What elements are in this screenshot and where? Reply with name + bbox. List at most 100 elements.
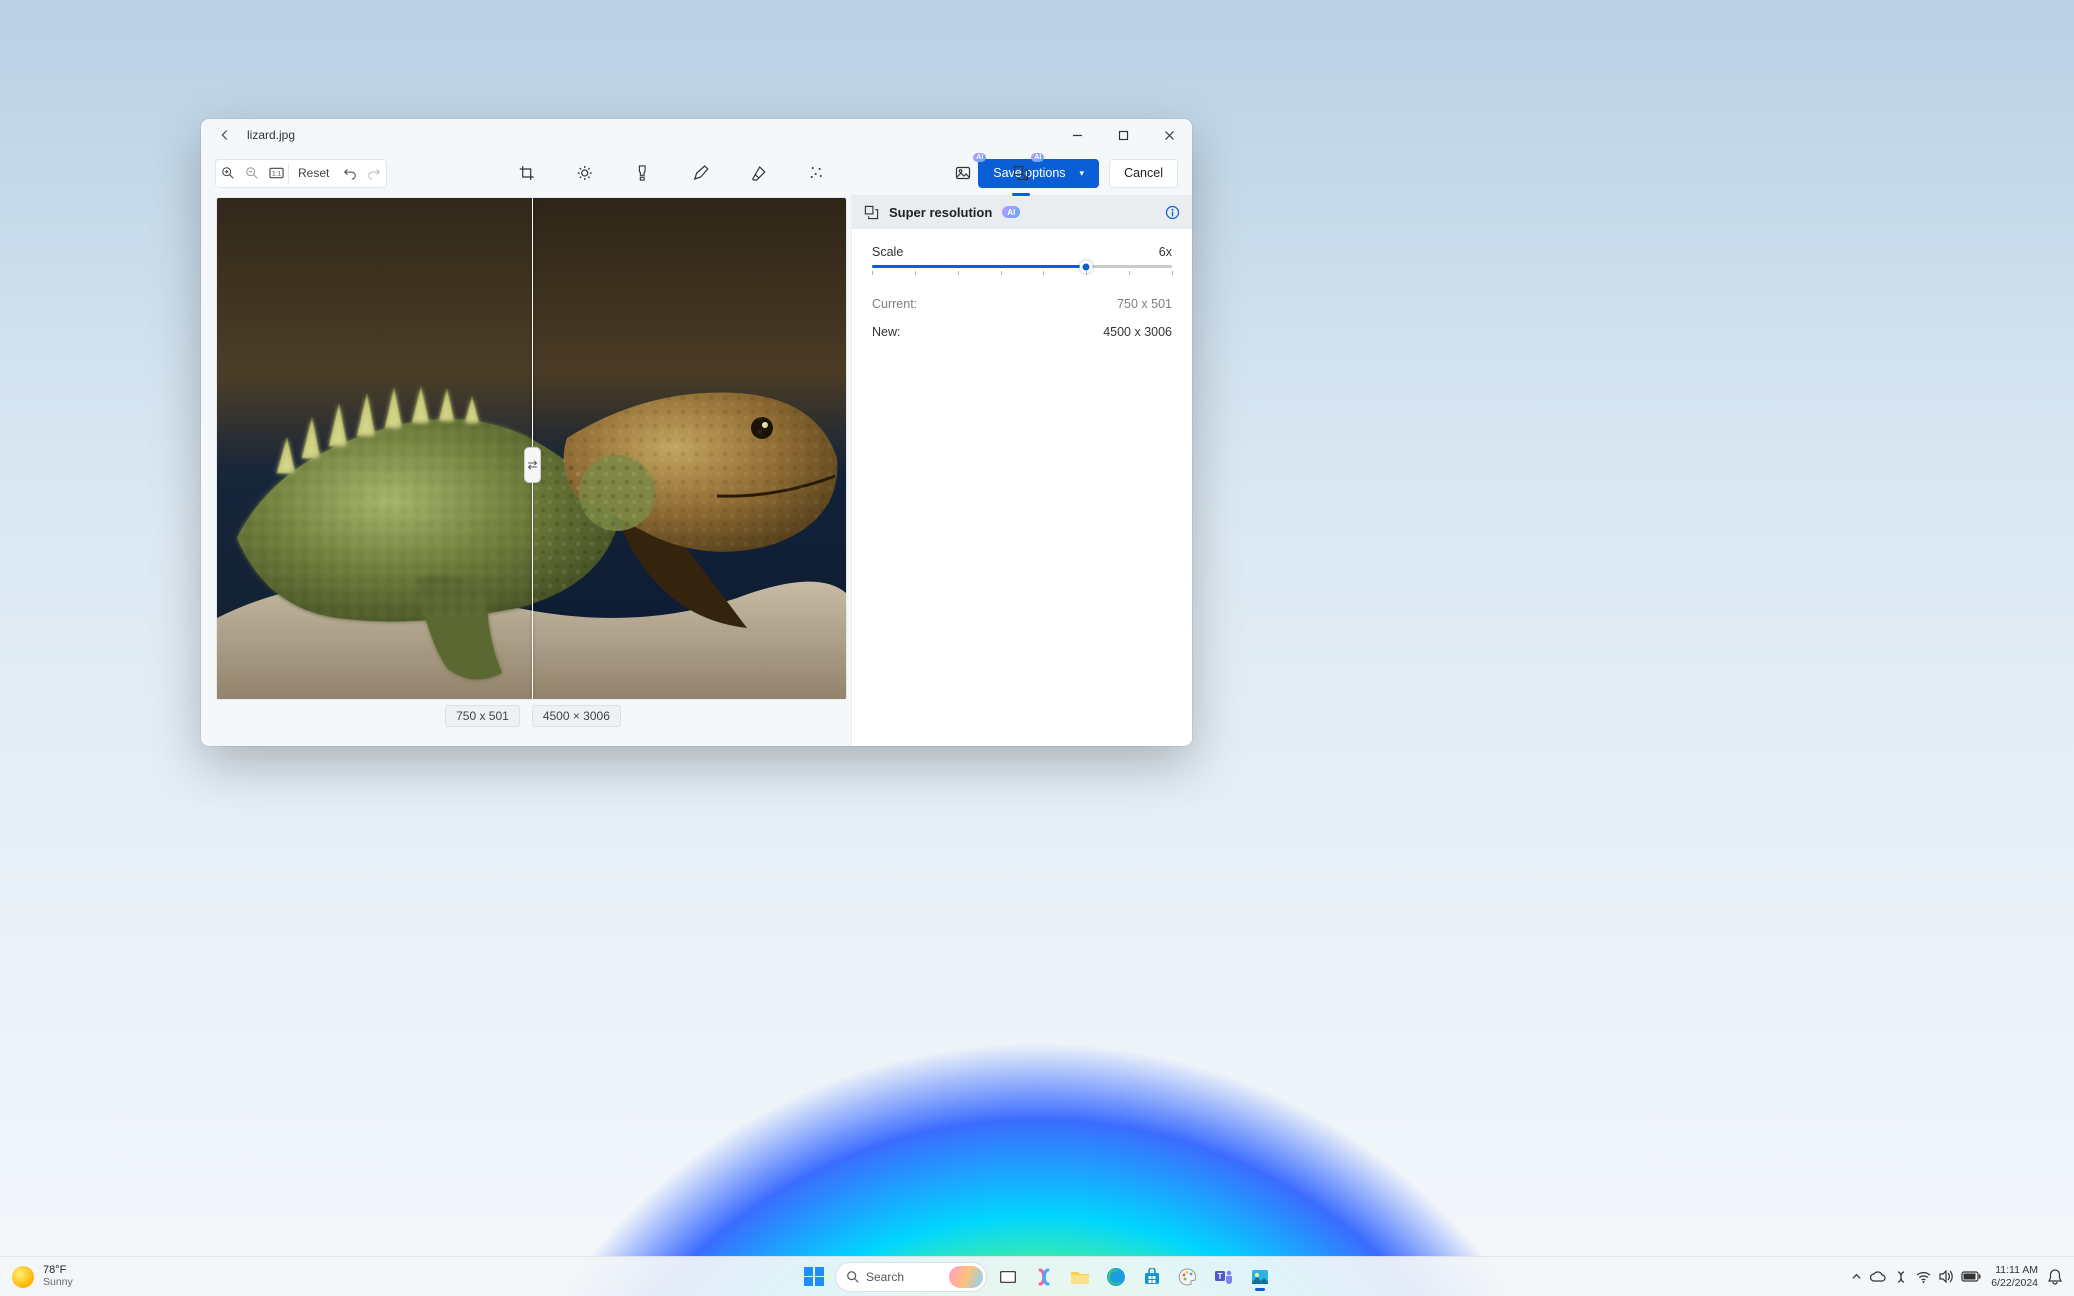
panel-body: Scale 6x Current: 750 x 501 N [852,229,1192,361]
photos-icon [1250,1267,1270,1287]
chevron-up-icon [1851,1271,1862,1282]
maximize-button[interactable] [1100,119,1146,151]
editor-body: ⇄ 750 x 501 4500 × 3006 Super resolution… [201,195,1192,746]
ai-badge: AI [973,153,986,162]
taskbar-search[interactable]: Search [835,1262,987,1292]
photos-button[interactable] [1245,1262,1275,1292]
pen-icon [692,165,708,181]
reset-button[interactable]: Reset [289,160,338,187]
copilot-button[interactable] [1029,1262,1059,1292]
ai-background-tool[interactable]: AI [950,160,976,186]
super-resolution-panel: Super resolution AI Scale 6x [851,195,1192,746]
paint-button[interactable] [1173,1262,1203,1292]
ai-badge: AI [1031,153,1044,162]
store-icon [1143,1268,1161,1286]
start-button[interactable] [799,1262,829,1292]
zoom-in-button[interactable] [216,160,240,187]
chevron-down-icon: ▾ [1080,168,1085,179]
clock-date: 6/22/2024 [1991,1277,2038,1289]
back-button[interactable] [211,121,239,149]
svg-text:T: T [1218,1272,1223,1281]
fit-icon: 1:1 [269,167,284,179]
onedrive-icon [1870,1271,1886,1282]
current-value: 750 x 501 [1117,297,1172,311]
scale-value: 6x [1159,245,1172,259]
ai-tool-group: AI AI [950,160,1034,186]
explorer-button[interactable] [1065,1262,1095,1292]
resize-ai-icon [1013,165,1029,181]
arrow-left-icon [218,128,232,142]
ai-pill: AI [1002,206,1020,218]
photos-editor-window: lizard.jpg 1:1 Reset [201,119,1192,746]
search-art [949,1266,983,1288]
redo-button[interactable] [362,160,386,187]
brush-icon [635,165,650,181]
current-label: Current: [872,297,917,311]
dimension-original: 750 x 501 [445,705,520,727]
panel-title: Super resolution [889,205,992,220]
fit-screen-button[interactable]: 1:1 [264,160,288,187]
canvas-area: ⇄ 750 x 501 4500 × 3006 [201,195,849,746]
edit-tool-group [513,160,829,186]
task-view-button[interactable] [993,1262,1023,1292]
volume-icon [1939,1270,1953,1283]
taskbar-clock[interactable]: 11:11 AM 6/22/2024 [1991,1264,2038,1288]
ai-super-resolution-tool[interactable]: AI [1008,160,1034,186]
copilot-icon [1034,1267,1054,1287]
taskbar: 78°F Sunny Search T 11:11 [0,1256,2074,1296]
taskbar-right: 11:11 AM 6/22/2024 [1851,1264,2074,1288]
zoom-out-icon [245,166,259,180]
panel-header: Super resolution AI [852,195,1192,229]
windows-logo-icon [804,1267,824,1287]
file-name: lizard.jpg [247,128,295,142]
crop-icon [518,165,534,181]
window-controls [1054,119,1192,151]
undo-button[interactable] [338,160,362,187]
dimension-labels: 750 x 501 4500 × 3006 [217,699,849,737]
svg-text:1:1: 1:1 [271,170,280,177]
redo-icon [367,166,381,180]
erase-tool[interactable] [745,160,771,186]
adjust-tool[interactable] [571,160,597,186]
weather-desc: Sunny [43,1277,73,1288]
sun-icon [12,1266,34,1288]
store-button[interactable] [1137,1262,1167,1292]
taskbar-weather[interactable]: 78°F Sunny [0,1265,73,1288]
edge-button[interactable] [1101,1262,1131,1292]
teams-button[interactable]: T [1209,1262,1239,1292]
scale-slider[interactable] [872,265,1172,279]
zoom-in-icon [221,166,235,180]
eraser-icon [750,165,766,181]
teams-icon: T [1214,1267,1234,1287]
sparkle-icon [808,165,824,181]
editor-toolbar: 1:1 Reset AI AI Save [201,151,1192,195]
minimize-button[interactable] [1054,119,1100,151]
image-canvas[interactable]: ⇄ [217,198,846,699]
notifications-icon[interactable] [2048,1269,2062,1285]
crop-tool[interactable] [513,160,539,186]
new-label: New: [872,325,900,339]
titlebar: lizard.jpg [201,119,1192,151]
search-label: Search [866,1270,904,1284]
markup-tool[interactable] [687,160,713,186]
new-value: 4500 x 3006 [1103,325,1172,339]
copilot-tray-icon [1894,1270,1908,1284]
resize-icon [864,205,879,220]
brightness-icon [576,165,592,181]
info-button[interactable] [1165,205,1180,220]
search-icon [846,1270,860,1284]
edge-icon [1106,1267,1126,1287]
system-tray[interactable] [1851,1270,1981,1284]
taskbar-center: Search T [799,1262,1275,1292]
cancel-button[interactable]: Cancel [1109,159,1178,188]
zoom-out-button[interactable] [240,160,264,187]
close-button[interactable] [1146,119,1192,151]
paint-icon [1178,1267,1198,1287]
retouch-tool[interactable] [803,160,829,186]
view-tool-group: 1:1 Reset [215,159,387,188]
info-icon [1165,205,1180,220]
clock-time: 11:11 AM [1991,1264,2038,1276]
filter-tool[interactable] [629,160,655,186]
dimension-new: 4500 × 3006 [532,705,621,727]
compare-split-handle[interactable]: ⇄ [524,447,541,483]
